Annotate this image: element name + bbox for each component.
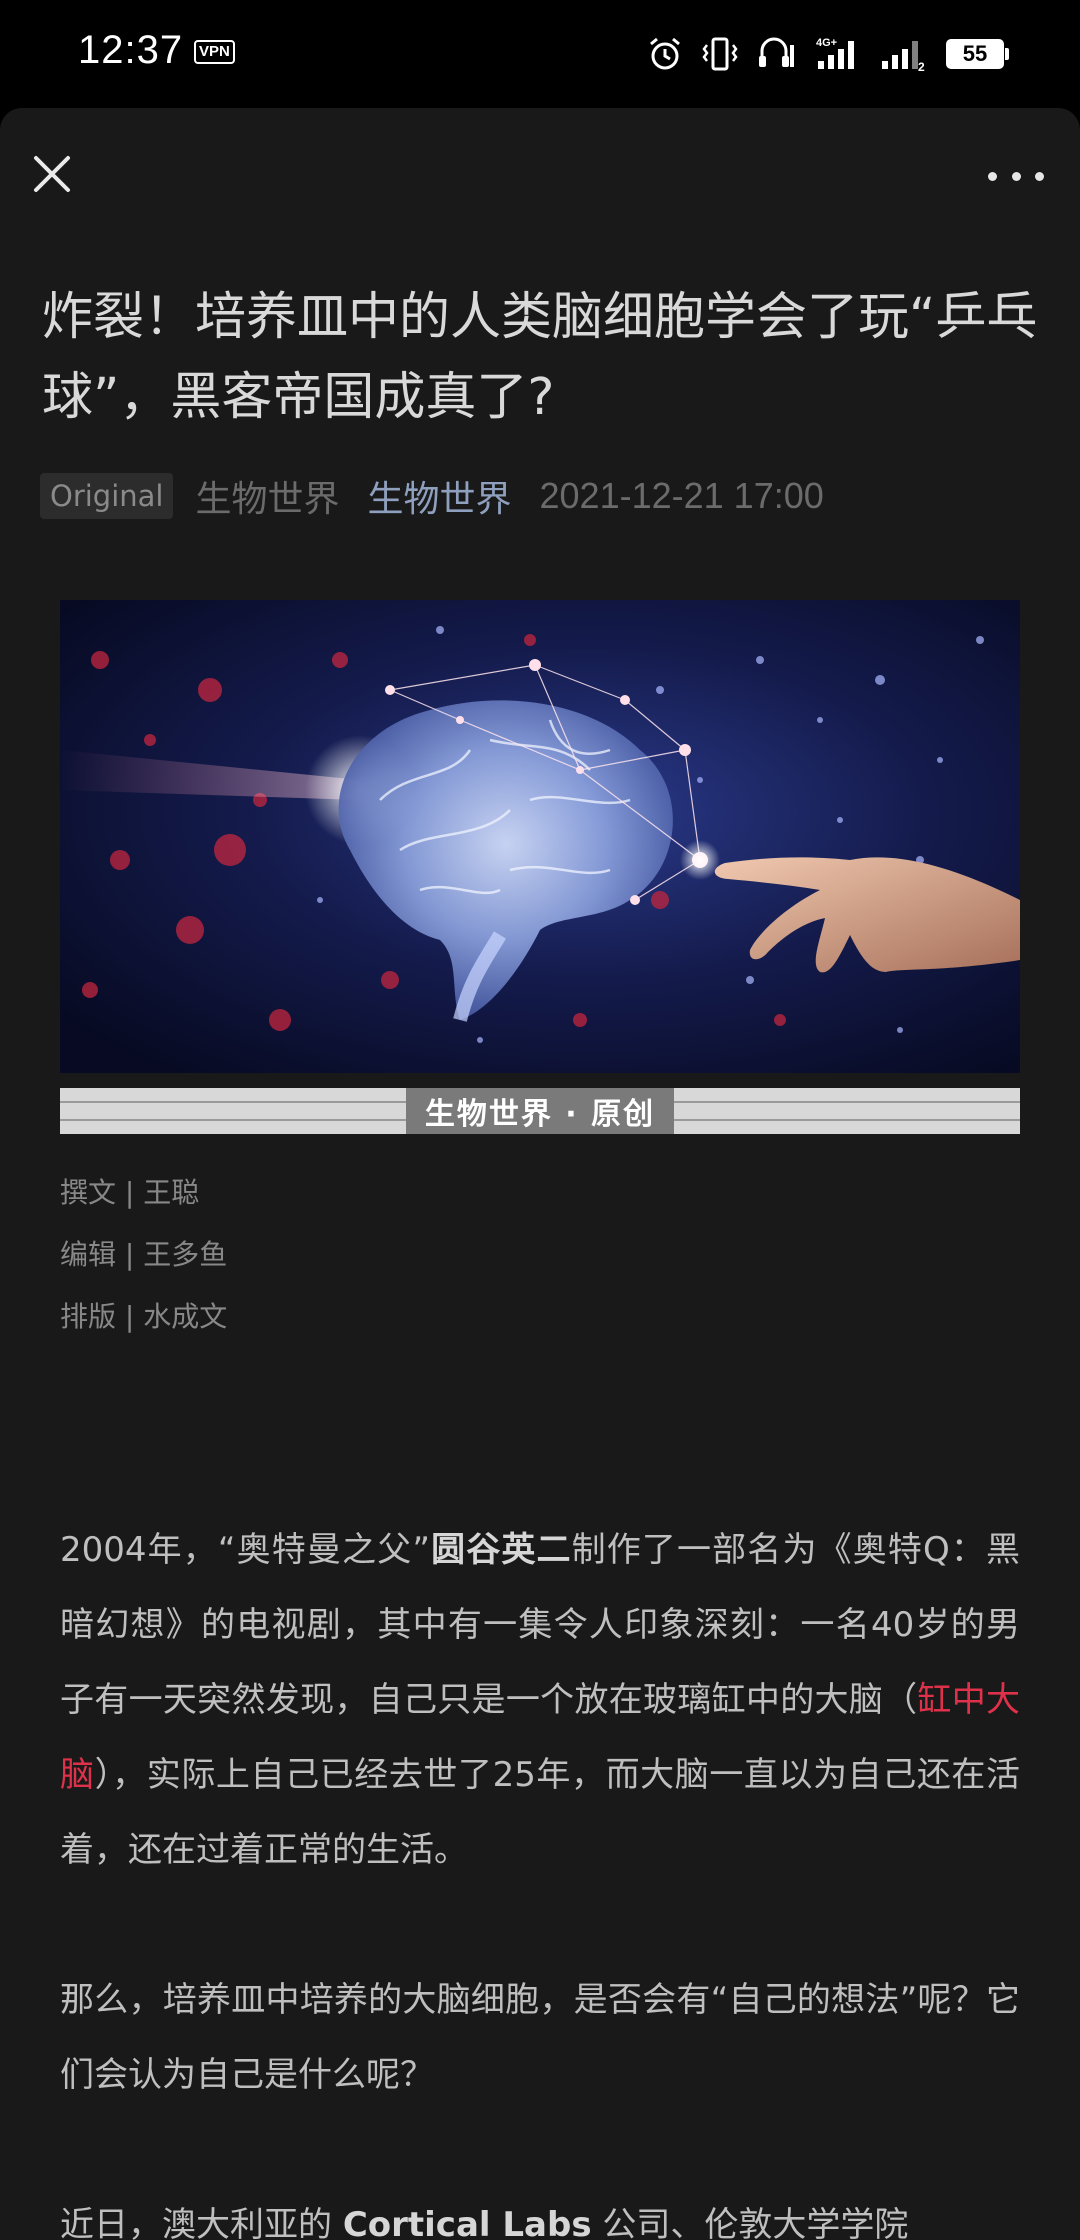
article-meta: Original 生物世界 生物世界 2021-12-21 17:00 (40, 470, 824, 522)
credit-layout: 排版 | 水成文 (60, 1300, 228, 1333)
svg-text:2: 2 (918, 60, 925, 73)
brain-network-hand-image (60, 600, 1020, 1073)
hero-image[interactable] (60, 600, 1020, 1073)
paragraph: 2004年，“奥特曼之父”圆谷英二制作了一部名为《奥特Q：黑暗幻想》的电视剧，其… (60, 1513, 1020, 1888)
credit-writer: 撰文 | 王聪 (60, 1176, 200, 1209)
more-dot-icon (1011, 171, 1021, 181)
credits: 撰文 | 王聪 编辑 | 王多鱼 排版 | 水成文 (60, 1162, 227, 1348)
publish-date: 2021-12-21 17:00 (539, 475, 824, 516)
article-title: 炸裂！培养皿中的人类脑细胞学会了玩“乒乓球”，黑客帝国成真了? (42, 288, 1038, 427)
signal-sim2-icon: 2 (880, 35, 928, 73)
paragraph: 近日，澳大利亚的 Cortical Labs 公司、伦敦大学学院 (60, 2188, 1020, 2240)
vibrate-icon (702, 35, 738, 73)
credit-editor: 编辑 | 王多鱼 (60, 1238, 228, 1271)
bold-text: Cortical Labs (342, 2205, 592, 2240)
bold-text: 圆谷英二 (429, 1530, 572, 1570)
original-tag: Original (40, 473, 174, 519)
paragraph: 那么，培养皿中培养的大脑细胞，是否会有“自己的想法”呢？它们会认为自己是什么呢？ (60, 1980, 1020, 2095)
caption-banner: 生物世界 · 原创 (60, 1088, 1020, 1134)
author-name: 生物世界 (195, 479, 340, 520)
svg-text:4G+: 4G+ (816, 37, 837, 49)
close-icon (34, 156, 70, 192)
article-sheet: 炸裂！培养皿中的人类脑细胞学会了玩“乒乓球”，黑客帝国成真了? Original… (0, 108, 1080, 2240)
account-link[interactable]: 生物世界 (368, 470, 512, 522)
hd-voice-icon (756, 35, 796, 73)
status-icons: 4G+ 2 55 (646, 32, 1009, 76)
text-span: 公司、伦敦大学学院 (591, 2205, 909, 2240)
text-span: 2004年，“奥特曼之父” (60, 1530, 430, 1570)
article-body: 2004年，“奥特曼之父”圆谷英二制作了一部名为《奥特Q：黑暗幻想》的电视剧，其… (60, 1513, 1020, 2240)
alarm-icon (646, 35, 684, 73)
more-dot-icon (1035, 171, 1044, 181)
signal-4g-icon: 4G+ (814, 35, 862, 73)
close-button[interactable] (28, 150, 76, 198)
status-bar: 12:37 VPN 4G+ 2 55 (0, 0, 1080, 108)
banner-label: 生物世界 · 原创 (406, 1088, 674, 1134)
status-time: 12:37 (78, 28, 184, 72)
vpn-badge: VPN (194, 40, 235, 64)
text-span: ），实际上自己已经去世了25年，而大脑一直以为自己还在活着，还在过着正常的生活。 (60, 1755, 1021, 1870)
more-button[interactable] (988, 156, 1044, 196)
text-span: 近日，澳大利亚的 (60, 2205, 343, 2240)
more-dot-icon (988, 171, 997, 181)
battery-indicator: 55 (946, 39, 1009, 69)
